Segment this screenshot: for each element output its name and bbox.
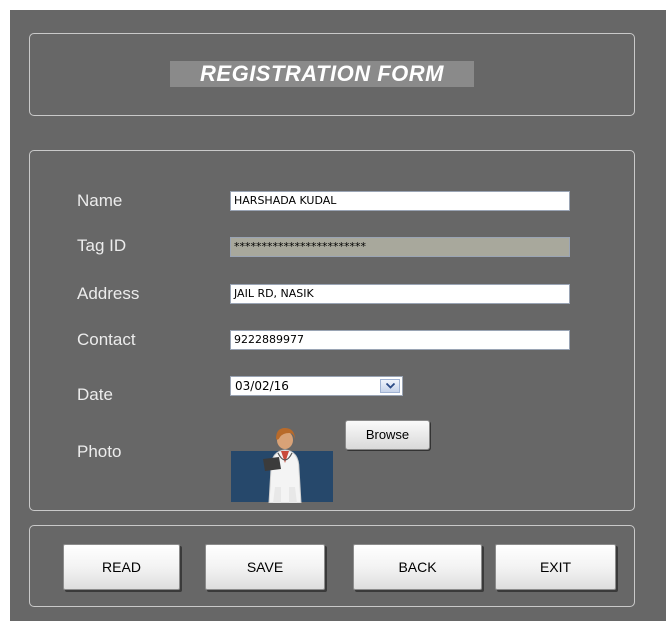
- address-label: Address: [77, 284, 140, 303]
- chevron-down-icon: [386, 383, 395, 389]
- date-value: 03/02/16: [235, 379, 289, 393]
- browse-button[interactable]: Browse: [345, 420, 430, 450]
- doctor-avatar: [263, 428, 302, 503]
- tag-id-field[interactable]: ************************: [230, 237, 570, 257]
- contact-field[interactable]: 9222889977: [230, 330, 570, 350]
- name-field[interactable]: HARSHADA KUDAL: [230, 191, 570, 211]
- date-dropdown-button[interactable]: [380, 379, 400, 393]
- name-label: Name: [77, 191, 123, 210]
- tag-id-label: Tag ID: [77, 236, 127, 255]
- contact-label: Contact: [77, 330, 136, 349]
- date-picker[interactable]: 03/02/16: [230, 376, 403, 396]
- photo-label: Photo: [77, 442, 122, 461]
- read-button[interactable]: READ: [63, 544, 180, 590]
- exit-button[interactable]: EXIT: [495, 544, 616, 590]
- date-label: Date: [77, 385, 113, 404]
- save-button[interactable]: SAVE: [205, 544, 325, 590]
- page-title: REGISTRATION FORM: [170, 61, 474, 87]
- address-field[interactable]: JAIL RD, NASIK: [230, 284, 570, 304]
- back-button[interactable]: BACK: [353, 544, 482, 590]
